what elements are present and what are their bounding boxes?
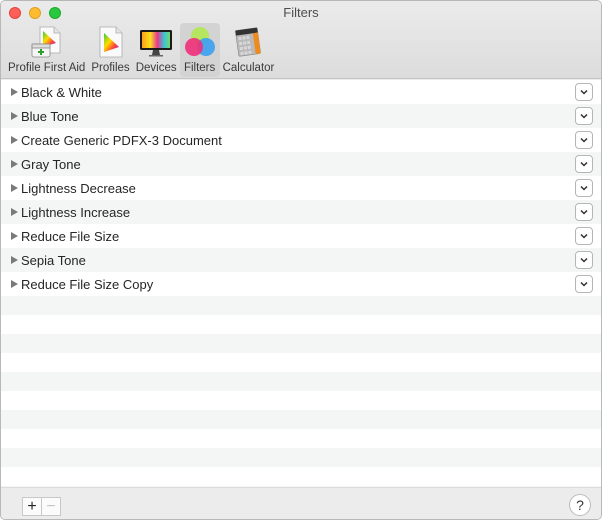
profile-first-aid-icon bbox=[31, 26, 61, 58]
empty-rows bbox=[1, 296, 601, 487]
toolbar-label: Filters bbox=[183, 62, 216, 74]
chevron-down-icon bbox=[580, 185, 588, 191]
disclosure-triangle-icon[interactable] bbox=[11, 136, 18, 144]
filter-row[interactable]: Sepia Tone bbox=[1, 248, 601, 272]
filter-menu-button[interactable] bbox=[575, 251, 593, 269]
filters-icon bbox=[184, 27, 215, 56]
toolbar-label: Calculator bbox=[222, 62, 275, 74]
profiles-icon bbox=[99, 26, 122, 58]
chevron-down-icon bbox=[580, 281, 588, 287]
devices-icon bbox=[140, 30, 173, 57]
toolbar-label: Devices bbox=[135, 62, 177, 74]
filter-name: Gray Tone bbox=[21, 156, 81, 172]
disclosure-triangle-icon[interactable] bbox=[11, 280, 18, 288]
empty-row bbox=[1, 353, 601, 372]
filter-menu-button[interactable] bbox=[575, 275, 593, 293]
chevron-down-icon bbox=[580, 113, 588, 119]
filter-row[interactable]: Create Generic PDFX-3 Document bbox=[1, 128, 601, 152]
filter-menu-button[interactable] bbox=[575, 227, 593, 245]
help-button[interactable]: ? bbox=[569, 494, 591, 516]
filter-menu-button[interactable] bbox=[575, 83, 593, 101]
chevron-down-icon bbox=[580, 137, 588, 143]
filter-menu-button[interactable] bbox=[575, 107, 593, 125]
filter-row[interactable]: Lightness Decrease bbox=[1, 176, 601, 200]
empty-row bbox=[1, 315, 601, 334]
toolbar-item-profile-first-aid[interactable]: Profile First Aid bbox=[5, 23, 88, 77]
filter-name: Sepia Tone bbox=[21, 252, 86, 268]
chevron-down-icon bbox=[580, 161, 588, 167]
disclosure-triangle-icon[interactable] bbox=[11, 88, 18, 96]
chevron-down-icon bbox=[580, 209, 588, 215]
filter-menu-button[interactable] bbox=[575, 203, 593, 221]
disclosure-triangle-icon[interactable] bbox=[11, 112, 18, 120]
chevron-down-icon bbox=[580, 89, 588, 95]
remove-filter-button[interactable]: − bbox=[41, 497, 61, 516]
disclosure-triangle-icon[interactable] bbox=[11, 184, 18, 192]
filter-row[interactable]: Reduce File Size bbox=[1, 224, 601, 248]
disclosure-triangle-icon[interactable] bbox=[11, 232, 18, 240]
disclosure-triangle-icon[interactable] bbox=[11, 208, 18, 216]
filter-name: Reduce File Size bbox=[21, 228, 120, 244]
colorsync-utility-window: Filters Profile First Aid Profiles Devic… bbox=[0, 0, 602, 520]
calculator-icon bbox=[235, 27, 262, 57]
filter-name: Reduce File Size Copy bbox=[21, 276, 154, 292]
chevron-down-icon bbox=[580, 257, 588, 263]
empty-row bbox=[1, 410, 601, 429]
filters-list: Black & White Blue Tone Create Generic P… bbox=[1, 80, 601, 487]
empty-row bbox=[1, 467, 601, 486]
empty-row bbox=[1, 334, 601, 353]
filter-row[interactable]: Lightness Increase bbox=[1, 200, 601, 224]
empty-row bbox=[1, 296, 601, 315]
filter-row[interactable]: Reduce File Size Copy bbox=[1, 272, 601, 296]
filter-row[interactable]: Black & White bbox=[1, 80, 601, 104]
filter-menu-button[interactable] bbox=[575, 155, 593, 173]
window-title: Filters bbox=[283, 5, 319, 20]
disclosure-triangle-icon[interactable] bbox=[11, 160, 18, 168]
toolbar-label: Profiles bbox=[91, 62, 130, 74]
empty-row bbox=[1, 448, 601, 467]
filter-menu-button[interactable] bbox=[575, 179, 593, 197]
filter-menu-button[interactable] bbox=[575, 131, 593, 149]
filter-name: Lightness Decrease bbox=[21, 180, 136, 196]
toolbar-item-devices[interactable]: Devices bbox=[133, 23, 180, 77]
empty-row bbox=[1, 372, 601, 391]
filter-row[interactable]: Blue Tone bbox=[1, 104, 601, 128]
empty-row bbox=[1, 429, 601, 448]
filter-name: Black & White bbox=[21, 84, 102, 100]
toolbar-item-calculator[interactable]: Calculator bbox=[220, 23, 278, 77]
filter-name: Lightness Increase bbox=[21, 204, 131, 220]
add-filter-button[interactable]: + bbox=[22, 497, 42, 516]
filter-name: Blue Tone bbox=[21, 108, 79, 124]
toolbar: Profile First Aid Profiles Devices Filte… bbox=[5, 23, 277, 77]
toolbar-item-profiles[interactable]: Profiles bbox=[88, 23, 132, 77]
filter-name: Create Generic PDFX-3 Document bbox=[21, 132, 222, 148]
footer-bar: + − ? bbox=[1, 487, 601, 519]
toolbar-label: Profile First Aid bbox=[8, 62, 86, 74]
filter-row[interactable]: Gray Tone bbox=[1, 152, 601, 176]
titlebar: Filters Profile First Aid Profiles Devic… bbox=[1, 1, 601, 79]
disclosure-triangle-icon[interactable] bbox=[11, 256, 18, 264]
empty-row bbox=[1, 391, 601, 410]
chevron-down-icon bbox=[580, 233, 588, 239]
toolbar-item-filters[interactable]: Filters bbox=[179, 23, 220, 77]
